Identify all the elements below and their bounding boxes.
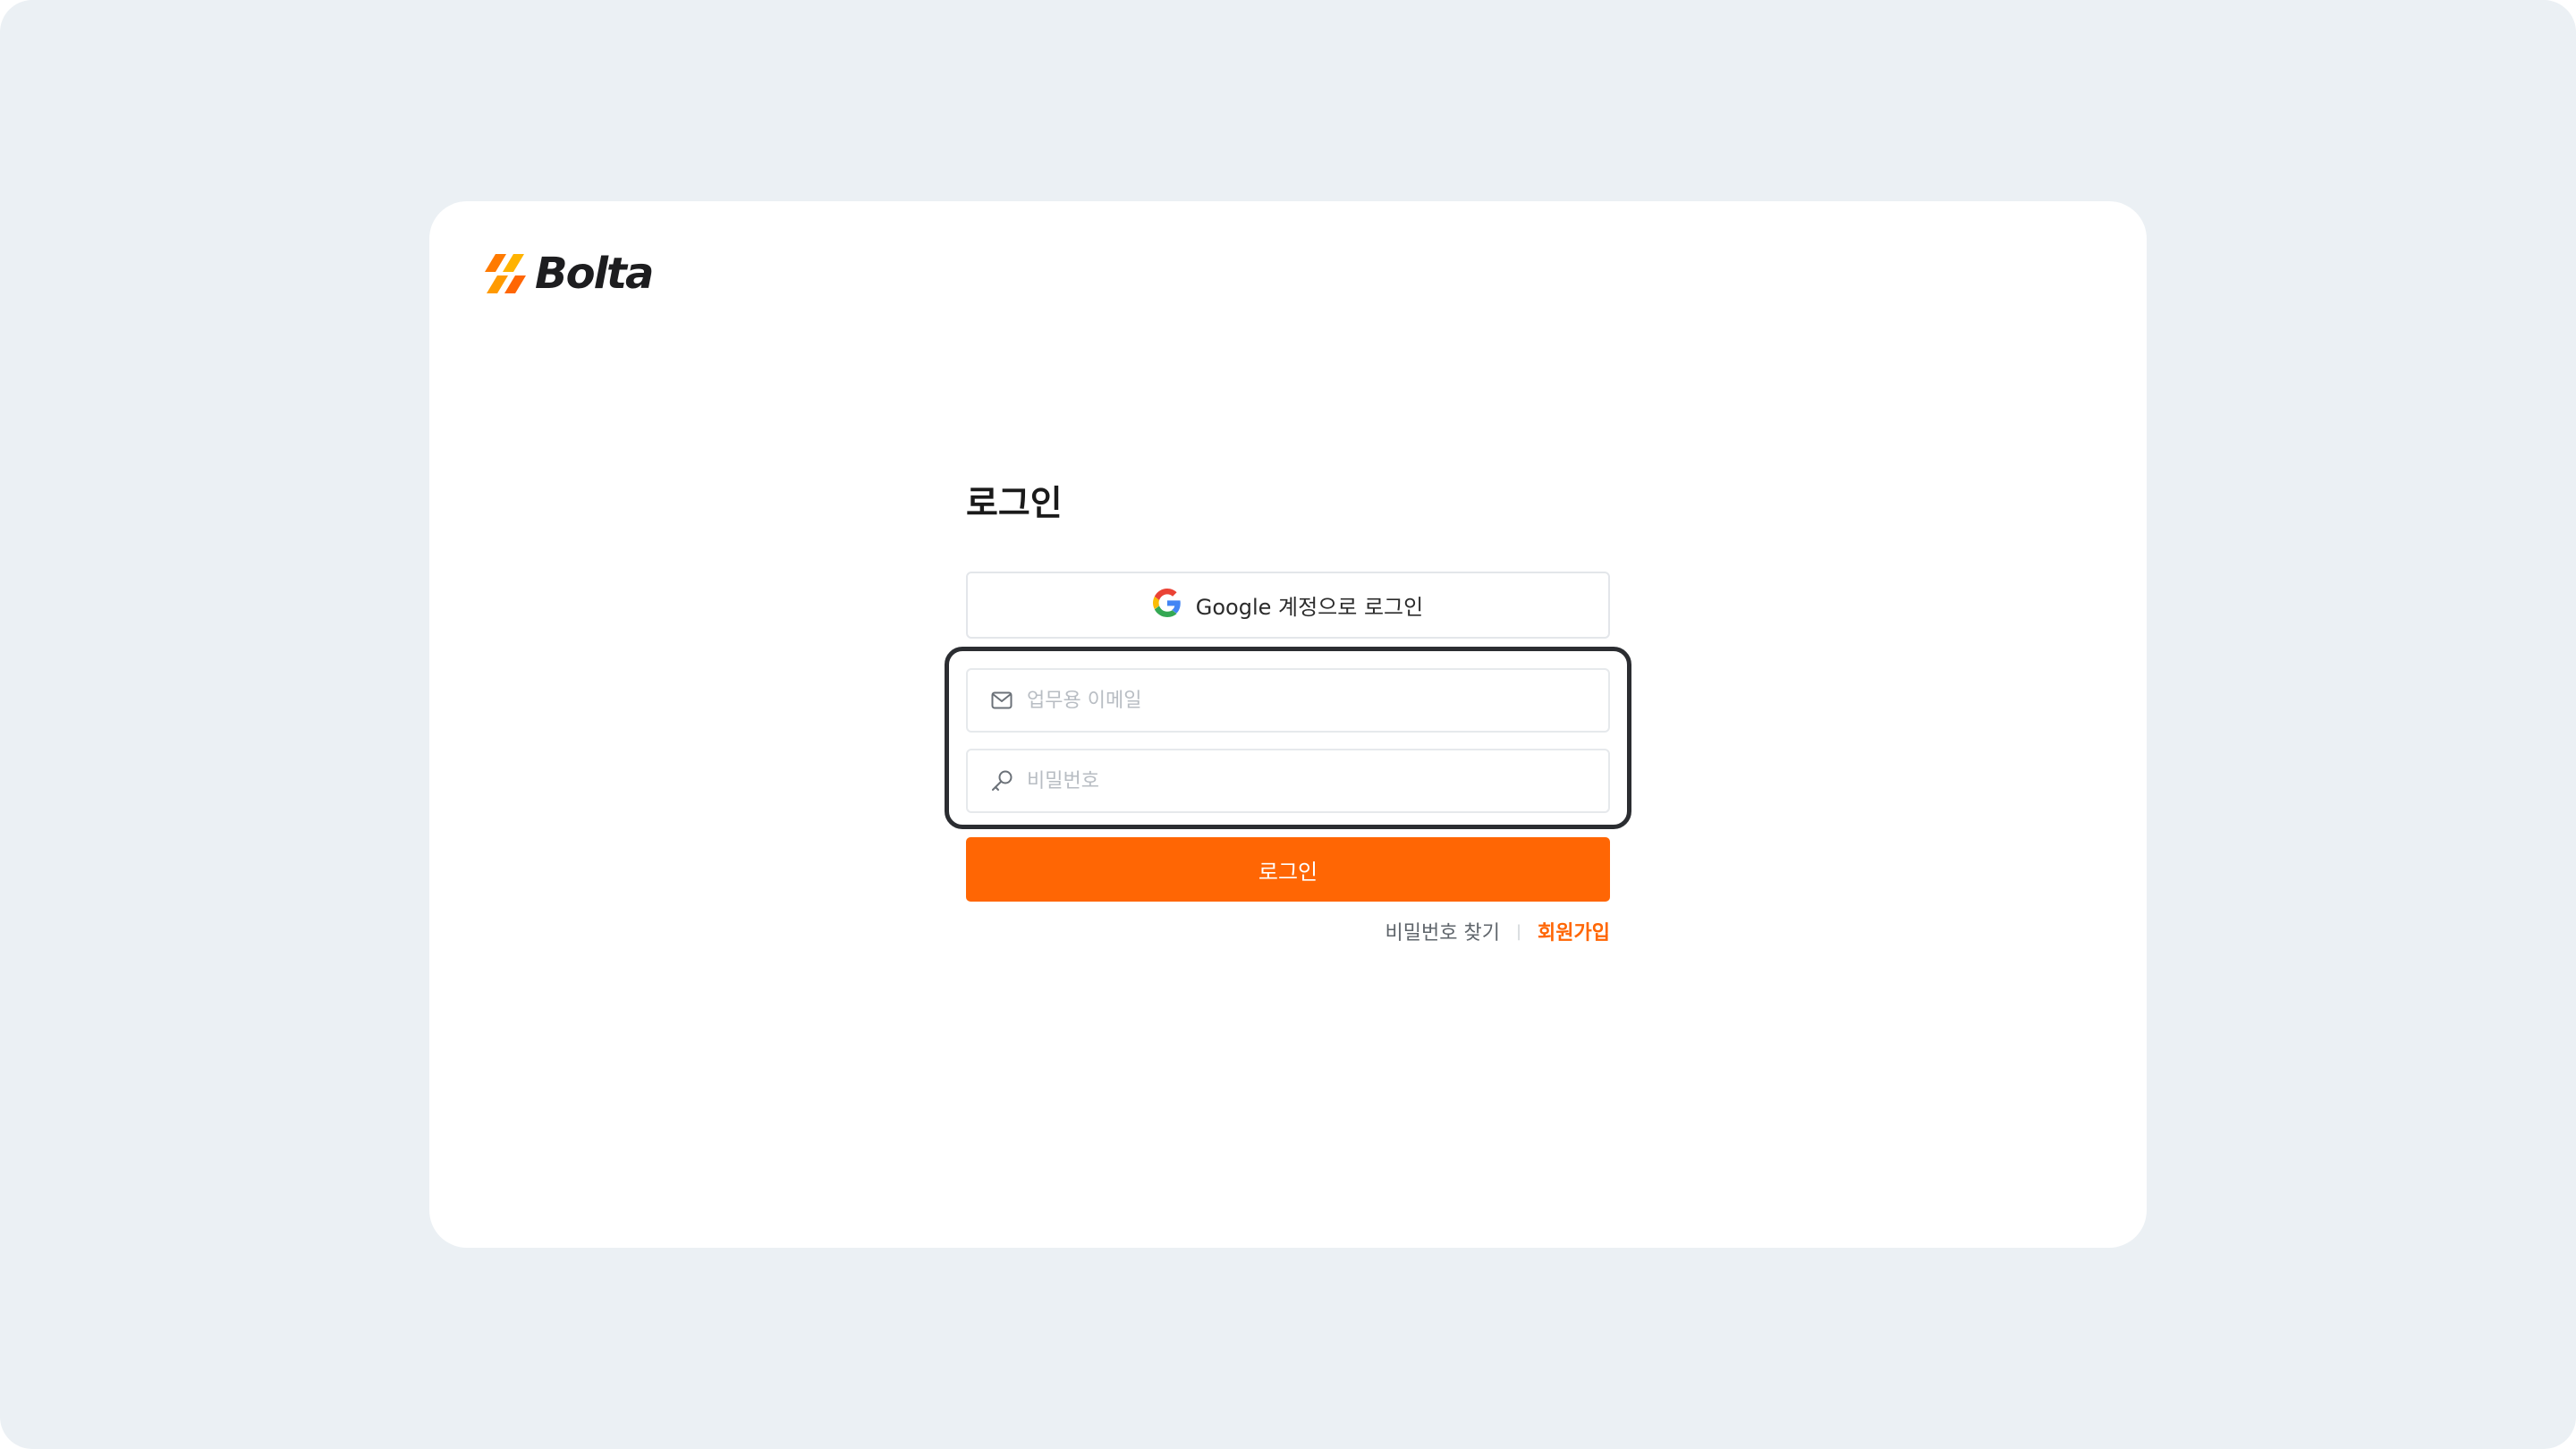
login-card: Bolta 로그인 Google 계정으로 로그인 업무용 이메일 로그인 비밀… [429,201,2147,1248]
brand-logo[interactable]: Bolta [483,249,654,299]
email-field[interactable] [966,668,1610,733]
find-password-link[interactable]: 비밀번호 찾기 [1385,917,1500,945]
login-form: 로그인 Google 계정으로 로그인 업무용 이메일 로그인 비밀번호 찾기 … [945,483,1631,945]
page-title: 로그인 [966,484,1063,524]
password-field[interactable] [966,749,1610,813]
brand-name: Bolta [535,249,654,299]
auth-links: 비밀번호 찾기 | 회원가입 [1385,917,1610,945]
links-divider: | [1515,921,1522,941]
login-submit-button[interactable]: 로그인 [966,837,1610,902]
password-input[interactable] [1027,769,1608,792]
bolt-logo-icon [483,254,528,293]
screen-background: Bolta 로그인 Google 계정으로 로그인 업무용 이메일 로그인 비밀… [0,0,2576,1449]
signup-link[interactable]: 회원가입 [1538,917,1610,945]
google-login-label: Google 계정으로 로그인 [1195,595,1424,620]
google-icon [1152,588,1182,623]
mail-icon [989,688,1014,713]
google-login-button[interactable]: Google 계정으로 로그인 [966,572,1610,639]
email-input[interactable] [1027,689,1608,712]
key-icon [989,768,1014,793]
